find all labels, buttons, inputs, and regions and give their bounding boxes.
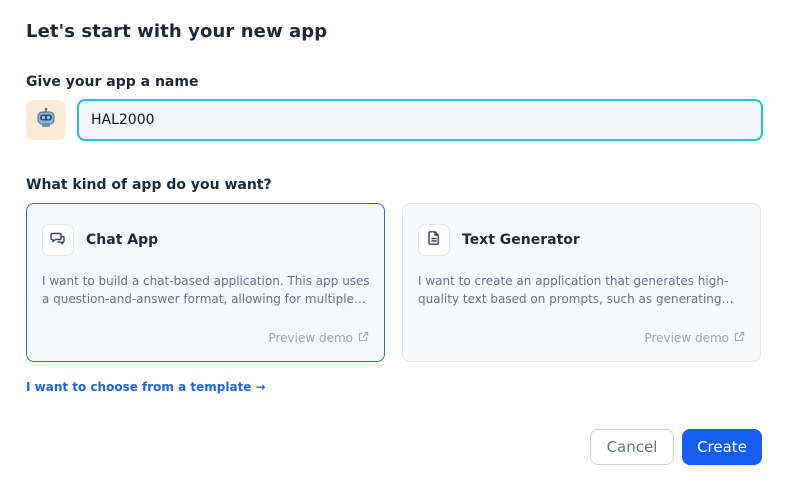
choose-template-label: I want to choose from a template <box>26 380 252 394</box>
cancel-button[interactable]: Cancel <box>590 429 674 465</box>
app-avatar-button[interactable] <box>26 100 66 140</box>
app-name-label: Give your app a name <box>26 74 199 90</box>
card-description: I want to build a chat-based application… <box>42 274 370 306</box>
app-name-input[interactable] <box>77 99 763 141</box>
create-app-dialog: Let's start with your new app Give your … <box>0 0 793 483</box>
card-icon-container <box>42 224 74 256</box>
preview-demo-label: Preview demo <box>644 331 729 345</box>
create-button[interactable]: Create <box>682 429 762 465</box>
card-title: Chat App <box>86 232 159 248</box>
card-description: I want to create an application that gen… <box>418 274 734 306</box>
choose-template-link[interactable]: I want to choose from a template → <box>26 380 266 394</box>
card-title: Text Generator <box>462 232 580 248</box>
app-kind-label: What kind of app do you want? <box>26 177 272 193</box>
preview-demo-link[interactable]: Preview demo <box>268 331 369 345</box>
external-link-icon <box>734 331 745 345</box>
arrow-right-icon: → <box>255 380 266 394</box>
preview-demo-link[interactable]: Preview demo <box>644 331 745 345</box>
document-icon <box>426 230 442 250</box>
dialog-title: Let's start with your new app <box>26 21 328 42</box>
card-icon-container <box>418 224 450 256</box>
chat-bubbles-icon <box>50 230 66 250</box>
preview-demo-label: Preview demo <box>268 331 353 345</box>
app-type-card-text-generator[interactable]: Text Generator I want to create an appli… <box>402 203 761 362</box>
external-link-icon <box>358 331 369 345</box>
app-type-card-chat[interactable]: Chat App I want to build a chat-based ap… <box>26 203 385 362</box>
robot-icon <box>35 107 57 133</box>
